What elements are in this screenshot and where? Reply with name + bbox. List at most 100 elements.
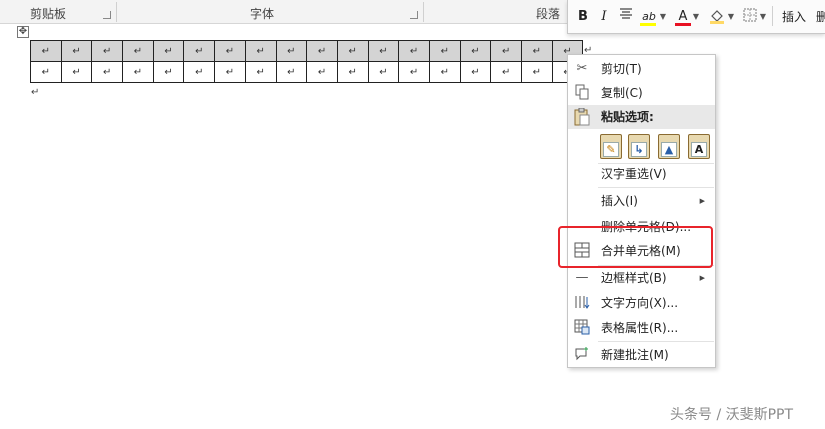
menu-item-paste-options: 粘贴选项: — [568, 105, 715, 129]
table-cell[interactable]: ↵ — [428, 61, 461, 83]
menu-item-label: 插入(I) — [601, 194, 638, 208]
table-cell[interactable]: ↵ — [275, 40, 308, 62]
menu-item-new-comment[interactable]: 新建批注(M) — [568, 343, 715, 367]
table-cell[interactable]: ↵ — [275, 61, 308, 83]
align-center-icon[interactable] — [618, 8, 634, 26]
table-cell[interactable]: ↵ — [91, 61, 124, 83]
italic-button[interactable]: I — [598, 8, 610, 26]
table-cell[interactable]: ↵ — [60, 40, 93, 62]
table-cell[interactable]: ↵ — [152, 40, 185, 62]
menu-separator — [598, 187, 714, 188]
table-cell[interactable]: ↵ — [336, 61, 369, 83]
table-cell[interactable]: ↵ — [244, 61, 277, 83]
table-cell[interactable]: ↵ — [91, 40, 124, 62]
table-cell[interactable]: ↵ — [398, 40, 430, 62]
paste-options-row: ✎ ↳ ▲ A — [568, 131, 715, 163]
menu-item-label: 剪切(T) — [601, 62, 642, 76]
menu-item-insert[interactable]: 插入(I) ▶ — [568, 189, 715, 213]
table-cell[interactable]: ↵ — [459, 61, 492, 83]
menu-item-label: 汉字重选(V) — [601, 167, 667, 181]
border-style-icon: — — [575, 270, 589, 285]
table-cell[interactable]: ↵ — [336, 40, 369, 62]
table-cell[interactable]: ↵ — [398, 61, 430, 83]
table-row: ↵↵↵↵↵↵↵↵↵↵↵↵↵↵↵↵↵↵ — [30, 61, 584, 83]
table-cell[interactable]: ↵ — [30, 40, 62, 62]
highlight-annotation-box — [558, 226, 713, 268]
table-cell[interactable]: ↵ — [521, 40, 553, 62]
font-group-label: 字体 — [250, 7, 275, 21]
clipboard-icon — [573, 107, 591, 126]
insert-button[interactable]: 插入 — [780, 8, 808, 26]
arrow-icon: ↳ — [631, 142, 647, 157]
clipboard-dialog-launcher[interactable] — [103, 11, 111, 19]
table-cell[interactable]: ↵ — [367, 61, 400, 83]
group-divider — [116, 2, 117, 22]
submenu-arrow-icon: ▶ — [699, 274, 705, 282]
paste-keep-source-button[interactable]: ✎ — [600, 134, 622, 159]
text-only-label: A — [691, 142, 707, 157]
new-comment-icon — [573, 346, 591, 364]
menu-item-label: 文字方向(X)... — [601, 296, 679, 310]
table-properties-icon — [573, 319, 591, 337]
table-cell[interactable]: ↵ — [183, 61, 216, 83]
table-cell[interactable]: ↵ — [214, 61, 246, 83]
paste-merge-format-button[interactable]: ↳ — [628, 134, 650, 159]
highlighter-button[interactable]: ab — [640, 8, 658, 26]
font-color-bar — [675, 23, 691, 26]
table-cell[interactable]: ↵ — [490, 61, 522, 83]
paragraph-mark: ↵ — [31, 87, 40, 98]
brush-icon: ✎ — [603, 142, 619, 157]
shading-dropdown-icon[interactable]: ▼ — [727, 8, 735, 26]
table-cell[interactable]: ↵ — [152, 61, 185, 83]
table-cell[interactable]: ↵ — [306, 61, 338, 83]
group-divider — [423, 2, 424, 22]
shading-icon[interactable] — [708, 8, 726, 26]
table-cell[interactable]: ↵ — [244, 40, 277, 62]
table-cell[interactable]: ↵ — [490, 40, 522, 62]
paste-text-only-button[interactable]: A — [688, 134, 710, 159]
table-cell[interactable]: ↵ — [428, 40, 461, 62]
paragraph-group-label: 段落 — [536, 7, 561, 21]
menu-item-text-direction[interactable]: 文字方向(X)... — [568, 291, 715, 315]
picture-icon: ▲ — [661, 142, 677, 157]
mini-toolbar: B I ab ▼ A ▼ ▼ ▼ 插入 删 — [567, 0, 825, 34]
font-dialog-launcher[interactable] — [410, 11, 418, 19]
submenu-arrow-icon: ▶ — [699, 197, 705, 205]
highlighter-label: ab — [642, 10, 656, 23]
highlighter-dropdown-icon[interactable]: ▼ — [659, 8, 667, 26]
paste-picture-button[interactable]: ▲ — [658, 134, 680, 159]
table-cell[interactable]: ↵ — [30, 61, 62, 83]
bold-button[interactable]: B — [576, 8, 590, 26]
menu-item-table-properties[interactable]: 表格属性(R)... — [568, 316, 715, 340]
menu-item-border-style[interactable]: — 边框样式(B) ▶ — [568, 266, 715, 290]
toolbar-divider — [772, 6, 773, 26]
font-color-button[interactable]: A — [675, 8, 691, 26]
table-move-handle-icon[interactable]: ✥ — [17, 26, 29, 38]
scissors-icon: ✂ — [576, 61, 588, 76]
menu-item-hanzi-reselect[interactable]: 汉字重选(V) — [568, 162, 715, 186]
menu-item-label: 粘贴选项: — [601, 110, 654, 124]
font-color-label: A — [678, 9, 688, 24]
borders-icon[interactable] — [742, 8, 758, 26]
borders-dropdown-icon[interactable]: ▼ — [759, 8, 767, 26]
highlighter-color-bar — [640, 23, 656, 26]
table-cell[interactable]: ↵ — [122, 40, 154, 62]
menu-item-cut[interactable]: ✂ 剪切(T) — [568, 57, 715, 81]
table-cell[interactable]: ↵ — [521, 61, 553, 83]
menu-item-copy[interactable]: 复制(C) — [568, 81, 715, 105]
table-row: ↵↵↵↵↵↵↵↵↵↵↵↵↵↵↵↵↵↵ — [30, 40, 584, 62]
context-menu: ✂ 剪切(T) 复制(C) 粘贴选项: ✎ ↳ ▲ A 汉字重选(V) 插入(I… — [567, 54, 716, 368]
menu-item-label: 表格属性(R)... — [601, 321, 679, 335]
copy-icon — [573, 84, 591, 102]
table-cell[interactable]: ↵ — [183, 40, 216, 62]
table-cell[interactable]: ↵ — [122, 61, 154, 83]
table-cell[interactable]: ↵ — [214, 40, 246, 62]
menu-item-label: 边框样式(B) — [601, 271, 667, 285]
table-cell[interactable]: ↵ — [306, 40, 338, 62]
font-color-dropdown-icon[interactable]: ▼ — [692, 8, 700, 26]
delete-button[interactable]: 删 — [816, 8, 825, 26]
text-direction-icon — [573, 294, 591, 312]
table-cell[interactable]: ↵ — [459, 40, 492, 62]
table-cell[interactable]: ↵ — [367, 40, 400, 62]
table-cell[interactable]: ↵ — [60, 61, 93, 83]
